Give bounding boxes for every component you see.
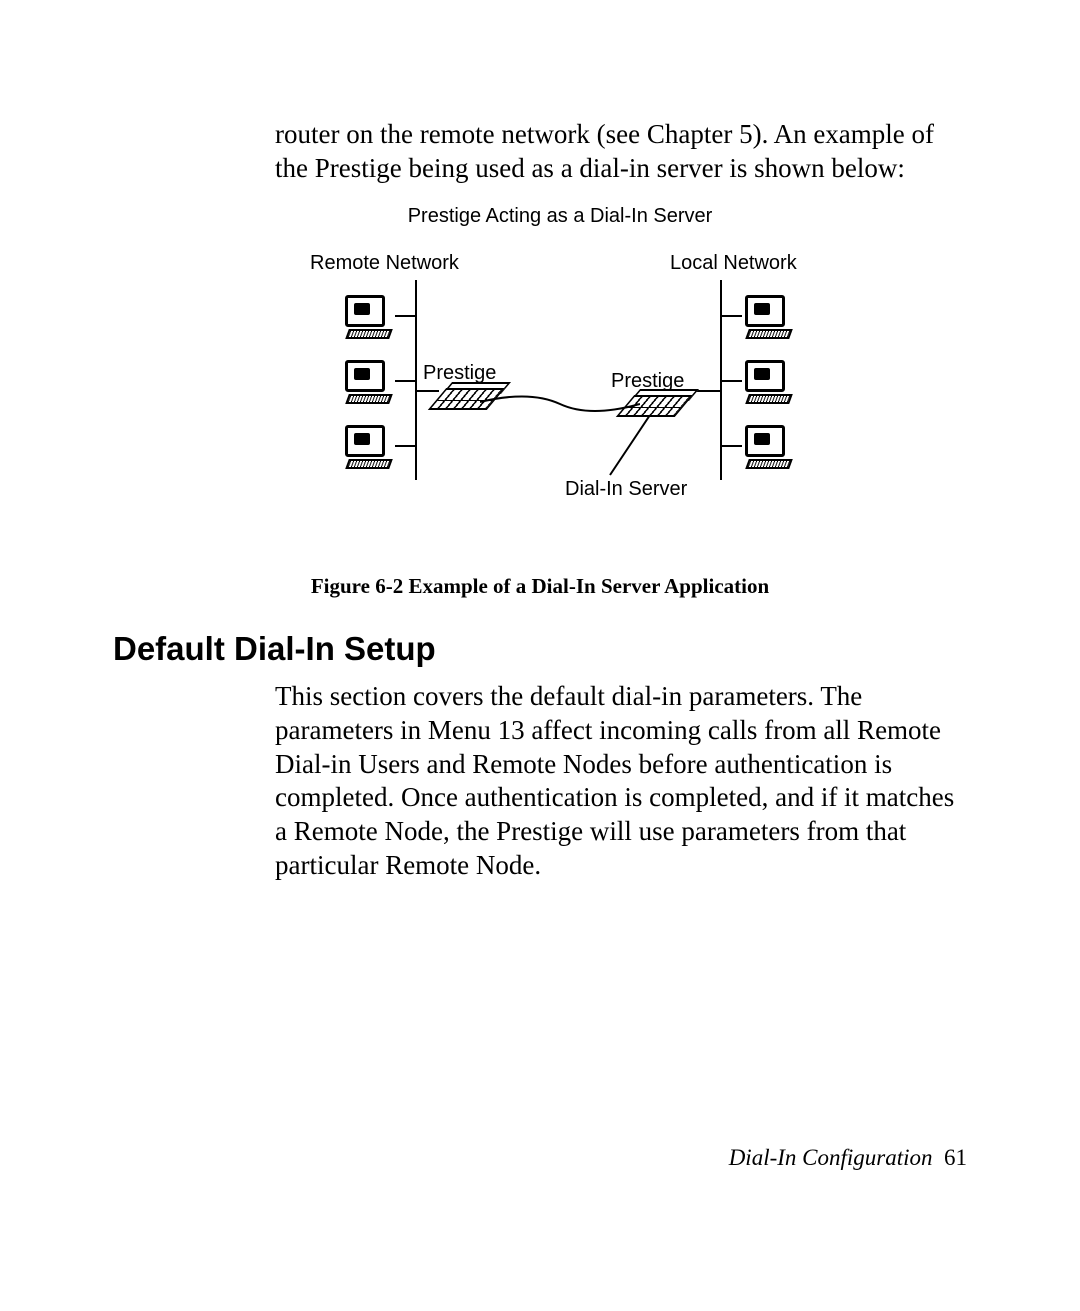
stub-line bbox=[395, 445, 415, 447]
stub-line bbox=[395, 380, 415, 382]
stub-line bbox=[395, 315, 415, 317]
intro-paragraph: router on the remote network (see Chapte… bbox=[275, 118, 955, 186]
computer-icon bbox=[745, 295, 787, 337]
computer-icon bbox=[345, 360, 387, 402]
stub-line bbox=[722, 315, 742, 317]
network-diagram: Prestige Acting as a Dial-In Server Remo… bbox=[315, 200, 805, 520]
dial-in-server-label: Dial-In Server bbox=[565, 478, 687, 501]
computer-icon bbox=[745, 360, 787, 402]
stub-line bbox=[722, 380, 742, 382]
section-heading: Default Dial-In Setup bbox=[113, 630, 436, 668]
stub-line bbox=[722, 445, 742, 447]
diagram-title: Prestige Acting as a Dial-In Server bbox=[315, 205, 805, 228]
stub-line bbox=[417, 390, 439, 392]
footer-section-name: Dial-In Configuration bbox=[729, 1145, 933, 1170]
figure-caption: Figure 6-2 Example of a Dial-In Server A… bbox=[0, 574, 1080, 599]
computer-icon bbox=[345, 425, 387, 467]
pointer-line bbox=[605, 415, 665, 480]
document-page: router on the remote network (see Chapte… bbox=[0, 0, 1080, 1311]
page-footer: Dial-In Configuration 61 bbox=[729, 1145, 967, 1171]
footer-page-number: 61 bbox=[944, 1145, 967, 1170]
section-paragraph: This section covers the default dial-in … bbox=[275, 680, 965, 883]
computer-icon bbox=[345, 295, 387, 337]
remote-network-label: Remote Network bbox=[310, 252, 459, 275]
computer-icon bbox=[745, 425, 787, 467]
local-network-label: Local Network bbox=[670, 252, 797, 275]
remote-backbone-line bbox=[415, 280, 417, 480]
